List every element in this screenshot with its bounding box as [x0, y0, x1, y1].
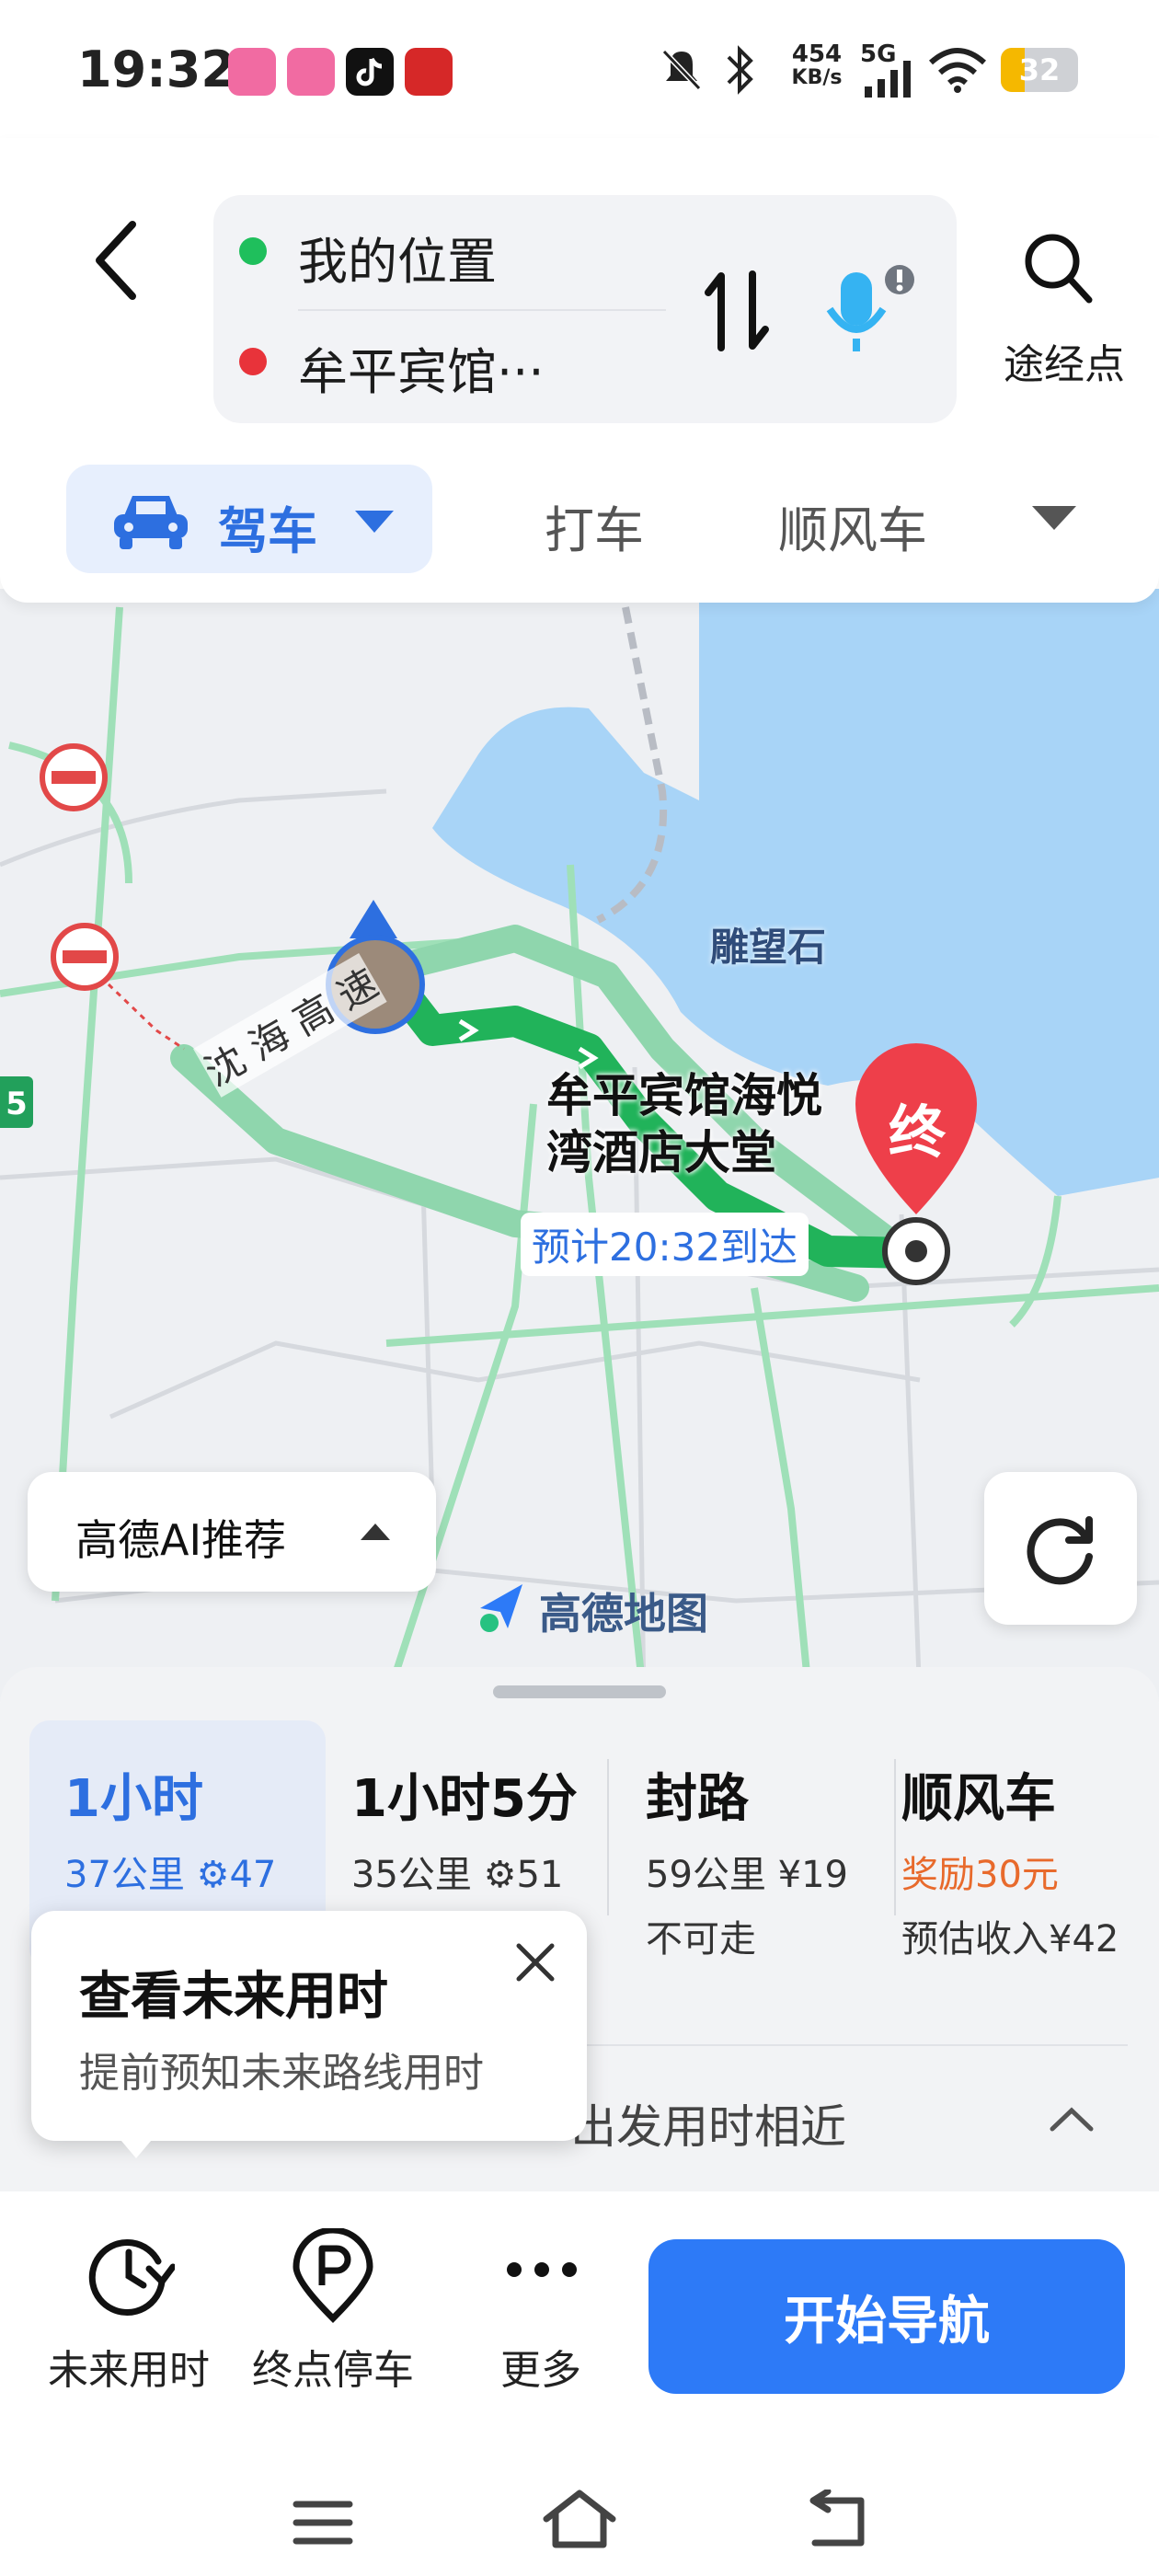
route-time: 封路 — [646, 1769, 749, 1829]
clock-icon — [88, 2239, 175, 2316]
no-entry-icon — [40, 743, 108, 811]
more-dots-icon — [507, 2262, 577, 2277]
tooltip-arrow — [116, 2134, 156, 2158]
back-icon[interactable] — [800, 2490, 874, 2554]
sheet-hint: 出发用时相近 — [570, 2100, 846, 2154]
refresh-icon — [1027, 1516, 1093, 1585]
end-marker-label: 终 — [888, 1098, 946, 1166]
tiktok-icon — [346, 48, 394, 96]
place-label: 雕望石 — [710, 925, 827, 970]
ai-recommend-label: 高德AI推荐 — [75, 1515, 287, 1565]
tooltip-title: 查看未来用时 — [79, 1967, 388, 2027]
destination-parking-label: 终点停车 — [252, 2347, 414, 2394]
route-option-4[interactable]: 顺风车 奖励30元 预估收入¥42 — [901, 1757, 1119, 1962]
refresh-button[interactable] — [984, 1472, 1137, 1625]
back-arrow-icon[interactable] — [90, 219, 145, 302]
bilibili-icon — [287, 48, 335, 96]
future-time-label: 未来用时 — [48, 2347, 210, 2394]
home-icon[interactable] — [539, 2486, 620, 2552]
swap-icon[interactable] — [701, 267, 775, 355]
mode-taxi-tab[interactable]: 打车 — [545, 489, 644, 562]
divider — [298, 309, 666, 311]
chevron-up-icon[interactable] — [1049, 2105, 1095, 2133]
chevron-up-icon — [361, 1524, 390, 1540]
future-time-tooltip: 查看未来用时 提前预知未来路线用时 — [31, 1911, 587, 2141]
mode-drive-label: 驾车 — [218, 502, 317, 560]
route-option-1[interactable]: 1小时 37公里 ⚙47 — [64, 1757, 276, 1898]
sheet-handle[interactable] — [493, 1685, 666, 1698]
signal-icon — [865, 61, 911, 98]
menu-icon[interactable] — [291, 2495, 355, 2550]
route-distance: 37公里 — [64, 1854, 185, 1896]
system-nav-bar — [0, 2467, 1159, 2576]
status-bar: 19:32 454 KB/s 5G 32 — [0, 0, 1159, 138]
status-time: 19:32 — [77, 40, 235, 98]
parking-icon — [293, 2228, 373, 2323]
route-time: 1小时5分 — [351, 1769, 578, 1829]
map-view[interactable]: 5 终 雕望石 沈 海 高 速 牟平宾馆海悦 湾酒店大堂 预计20:32到达 高… — [0, 589, 1159, 1702]
amap-logo-icon — [480, 1584, 522, 1632]
search-icon[interactable] — [1021, 230, 1095, 307]
route-cost: ¥19 — [777, 1854, 848, 1896]
waypoint-button[interactable]: 途经点 — [986, 331, 1142, 390]
destination-field[interactable]: 牟平宾馆··· — [298, 331, 545, 404]
origin-dot — [239, 237, 267, 265]
traffic-light-icon: ⚙ — [483, 1854, 517, 1896]
route-time: 1小时 — [64, 1769, 203, 1829]
route-option-3[interactable]: 封路 59公里 ¥19 不可走 — [646, 1757, 848, 1962]
route-option-2[interactable]: 1小时5分 35公里 ⚙51 — [351, 1757, 578, 1898]
net-speed: 454 KB/s — [791, 40, 843, 89]
route-time: 顺风车 — [901, 1769, 1056, 1829]
route-note: 不可走 — [646, 1918, 756, 1961]
more-modes-icon[interactable] — [1028, 502, 1080, 534]
divider — [894, 1759, 896, 1915]
carpool-income: 预估收入¥42 — [901, 1918, 1119, 1961]
close-icon[interactable] — [511, 1938, 559, 1986]
more-button[interactable]: 更多 — [440, 2228, 642, 2412]
route-panel: 我的位置 牟平宾馆··· 途经点 驾车 打车 顺风车 — [0, 138, 1159, 603]
route-distance: 35公里 — [351, 1854, 472, 1896]
car-icon — [114, 496, 188, 549]
mode-drive-tab[interactable]: 驾车 — [66, 465, 432, 573]
tooltip-subtitle: 提前预知未来路线用时 — [79, 2050, 484, 2097]
start-navigation-button[interactable]: 开始导航 — [648, 2239, 1125, 2394]
future-time-button[interactable]: 未来用时 — [28, 2228, 230, 2412]
bluetooth-icon — [727, 45, 753, 95]
mute-icon — [661, 49, 702, 91]
wifi-icon — [928, 48, 987, 93]
voice-input-icon[interactable] — [819, 261, 914, 362]
news-app-icon — [405, 48, 453, 96]
traffic-light-icon: ⚙ — [196, 1854, 230, 1896]
destination-dot — [239, 348, 267, 375]
bilibili-icon — [228, 48, 276, 96]
location-arrow — [350, 900, 397, 938]
brand-label: 高德地图 — [539, 1589, 708, 1639]
traffic-lights: 47 — [229, 1854, 277, 1896]
road-shield: 5 — [6, 1086, 28, 1122]
route-inputs: 我的位置 牟平宾馆··· — [213, 195, 957, 423]
eta-label: 预计20:32到达 — [521, 1213, 809, 1276]
origin-field[interactable]: 我的位置 — [298, 221, 497, 293]
destination-name: 牟平宾馆海悦 湾酒店大堂 — [546, 1069, 822, 1179]
route-distance: 59公里 — [646, 1854, 766, 1896]
traffic-lights: 51 — [516, 1854, 564, 1896]
battery-icon: 32 — [1001, 48, 1078, 92]
destination-point — [905, 1240, 927, 1262]
destination-parking-button[interactable]: 终点停车 — [232, 2228, 434, 2412]
more-label: 更多 — [500, 2347, 581, 2394]
carpool-reward: 奖励30元 — [901, 1854, 1059, 1896]
mode-carpool-tab[interactable]: 顺风车 — [778, 489, 927, 562]
bottom-actions: 未来用时 终点停车 更多 开始导航 — [0, 2191, 1159, 2467]
chevron-down-icon — [355, 511, 394, 533]
ai-recommend-button[interactable]: 高德AI推荐 — [28, 1472, 436, 1592]
divider — [607, 1759, 609, 1915]
no-entry-icon — [51, 923, 119, 991]
